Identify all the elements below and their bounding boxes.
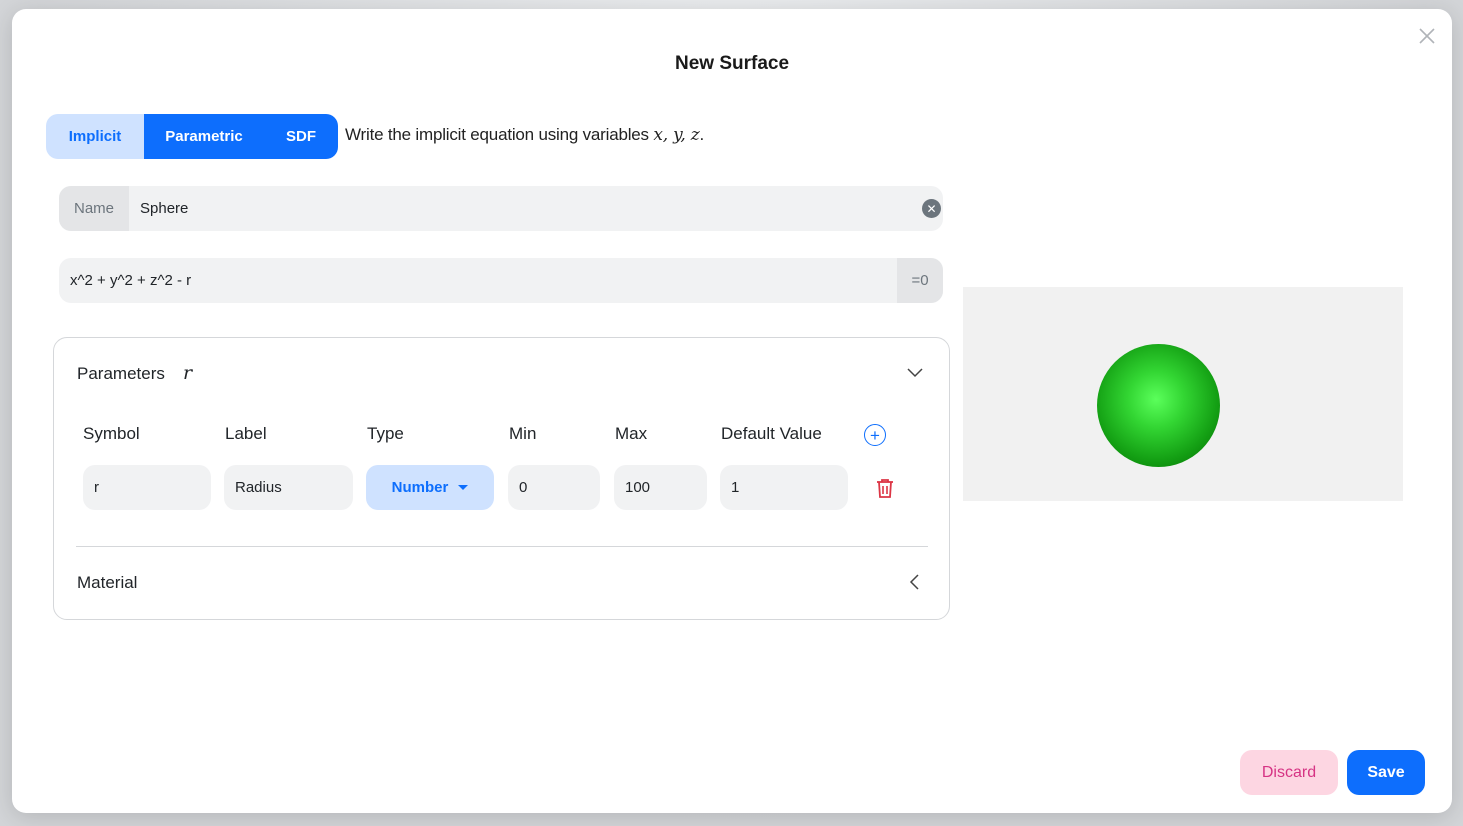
hint-variables: x, y, z [653,125,700,145]
mode-tab-group: Implicit Parametric SDF [46,114,338,159]
param-type-value: Number [391,479,449,496]
parameters-symbols-summary: r [183,362,193,384]
tab-parametric[interactable]: Parametric [144,114,264,159]
save-button[interactable]: Save [1347,750,1425,795]
surface-preview[interactable] [963,287,1403,501]
new-surface-dialog: New Surface Implicit Parametric SDF Writ… [12,9,1452,813]
close-icon[interactable] [1416,25,1438,47]
param-default-input[interactable]: 1 [720,465,848,510]
hint-text: Write the implicit equation using variab… [345,125,649,144]
tab-sdf[interactable]: SDF [264,114,338,159]
column-header-default: Default Value [721,424,822,443]
caret-down-icon [458,485,469,490]
accordion-panel: Parameters r Symbol Label Type Min Max D… [53,337,950,620]
dialog-title: New Surface [674,53,790,74]
tab-implicit[interactable]: Implicit [46,114,144,159]
column-header-max: Max [615,424,648,443]
parameters-header[interactable]: Parameters [77,364,165,384]
param-symbol-input[interactable]: r [83,465,211,510]
discard-button[interactable]: Discard [1240,750,1338,795]
param-type-select[interactable]: Number [366,465,494,510]
divider [76,546,928,547]
material-header[interactable]: Material [77,573,137,593]
name-input[interactable]: Sphere [129,200,922,217]
param-min-input[interactable]: 0 [508,465,600,510]
param-max-input[interactable]: 100 [614,465,707,510]
add-parameter-icon[interactable]: + [864,424,886,446]
name-label: Name [59,186,129,231]
equation-hint: Write the implicit equation using variab… [345,125,704,145]
name-field: Name Sphere ✕ [59,186,943,231]
equation-field: x^2 + y^2 + z^2 - r =0 [59,258,943,303]
trash-icon[interactable] [876,478,894,498]
chevron-left-icon[interactable] [909,574,919,590]
clear-icon[interactable]: ✕ [922,199,941,218]
column-header-label: Label [225,424,267,443]
hint-suffix: . [699,125,705,144]
chevron-down-icon[interactable] [907,368,923,378]
column-header-type: Type [367,424,404,443]
column-header-min: Min [509,424,537,443]
param-label-input[interactable]: Radius [224,465,353,510]
column-header-symbol: Symbol [83,424,140,443]
equation-suffix: =0 [897,258,943,303]
equation-input[interactable]: x^2 + y^2 + z^2 - r [59,272,897,289]
sphere-render [1097,344,1220,467]
